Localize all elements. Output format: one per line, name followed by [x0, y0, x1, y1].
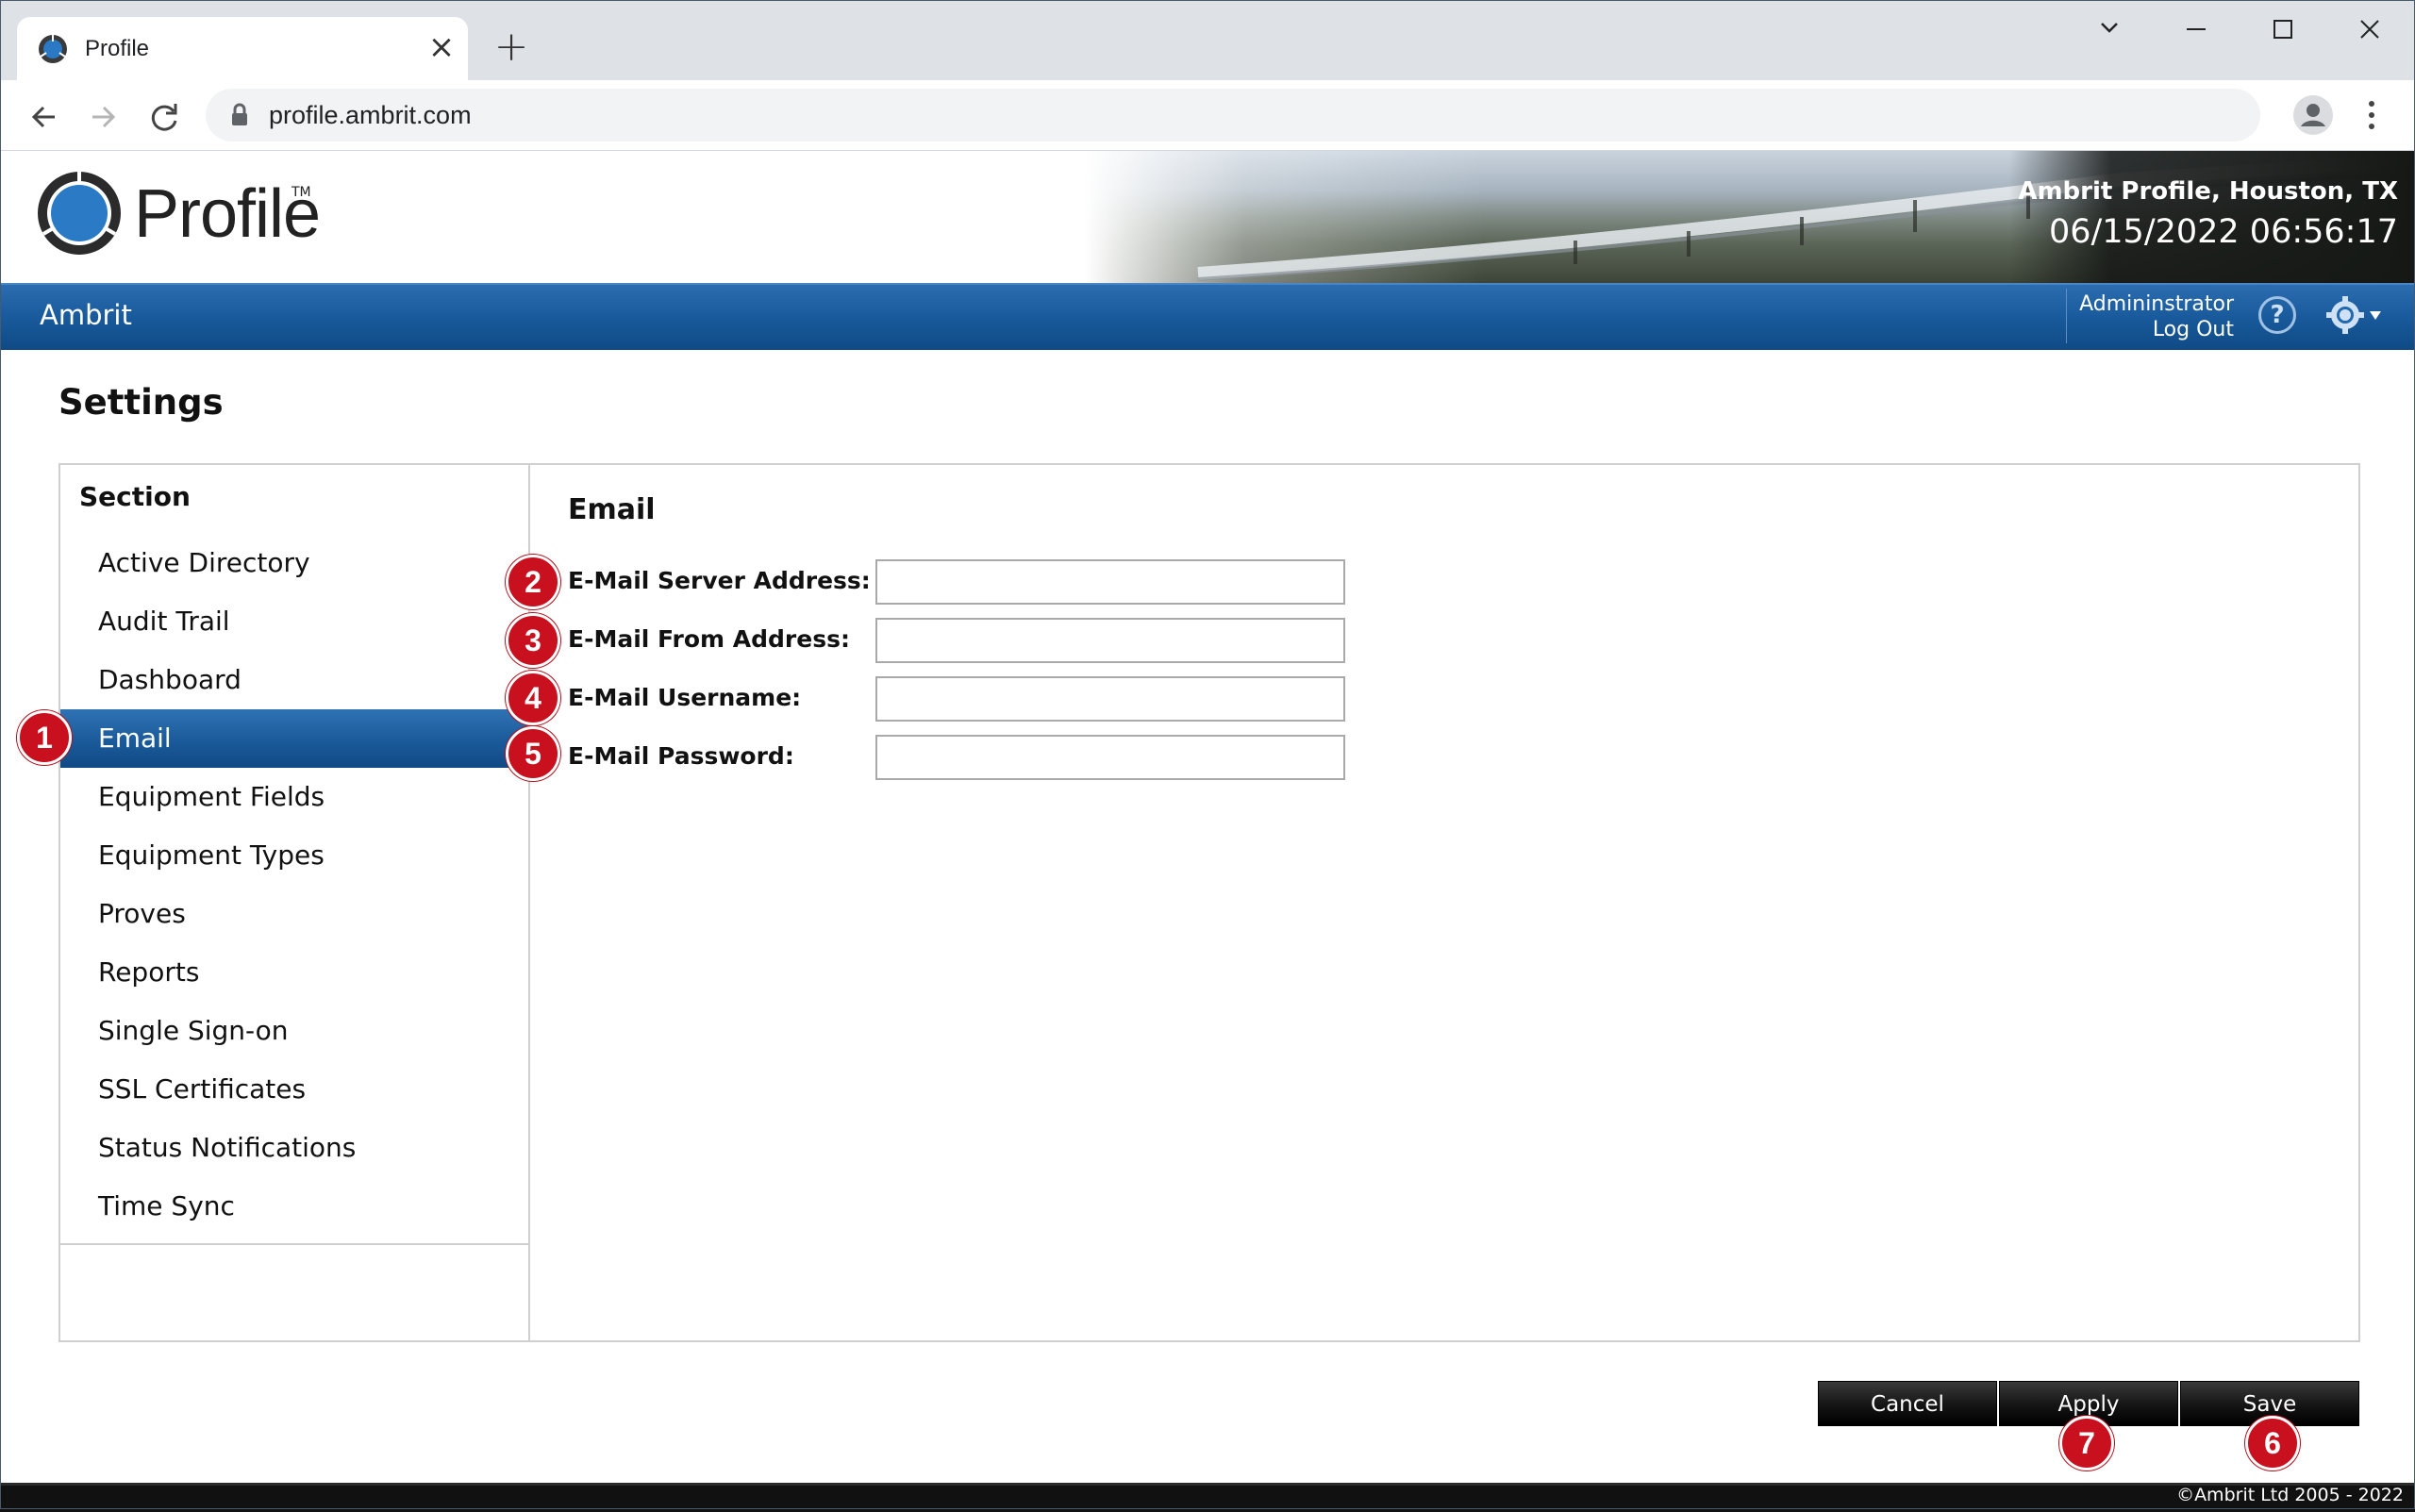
sidebar-item-ssl-certificates[interactable]: SSL Certificates	[60, 1060, 528, 1119]
app-footer	[0, 1483, 2415, 1512]
email-username-input[interactable]	[875, 676, 1345, 722]
email-password-label: E-Mail Password:	[568, 742, 794, 770]
callout-marker-1: 1	[17, 710, 72, 765]
profile-avatar-icon[interactable]	[2290, 92, 2336, 138]
settings-gear-icon[interactable]	[2324, 294, 2385, 336]
callout-marker-2: 2	[506, 555, 560, 609]
maximize-icon[interactable]	[2255, 11, 2311, 47]
email-username-label: E-Mail Username:	[568, 684, 802, 711]
email-server-address-label: E-Mail Server Address:	[568, 567, 871, 594]
sidebar-divider	[60, 1243, 528, 1245]
callout-marker-3: 3	[506, 613, 560, 668]
email-password-input[interactable]	[875, 735, 1345, 780]
sidebar-item-dashboard[interactable]: Dashboard	[60, 651, 528, 709]
callout-marker-7: 7	[2059, 1416, 2114, 1470]
close-window-icon[interactable]	[2341, 11, 2398, 47]
organization-link[interactable]: Ambrit	[40, 283, 132, 348]
navbar-divider	[2066, 289, 2067, 343]
reload-icon[interactable]	[142, 94, 187, 140]
tab-favicon-icon	[38, 34, 68, 64]
logout-link[interactable]: Log Out	[2153, 318, 2234, 341]
sidebar-item-time-sync[interactable]: Time Sync	[60, 1177, 528, 1236]
browser-menu-icon[interactable]	[2355, 96, 2389, 134]
sidebar-item-single-sign-on[interactable]: Single Sign-on	[60, 1002, 528, 1060]
sidebar-item-audit-trail[interactable]: Audit Trail	[60, 592, 528, 651]
cancel-button[interactable]: Cancel	[1818, 1381, 1997, 1426]
sidebar-item-active-directory[interactable]: Active Directory	[60, 534, 528, 592]
logo-trademark: TM	[291, 185, 311, 200]
back-arrow-icon[interactable]	[21, 94, 66, 140]
sidebar-item-status-notifications[interactable]: Status Notifications	[60, 1119, 528, 1177]
callout-marker-5: 5	[506, 726, 560, 781]
sidebar-item-reports[interactable]: Reports	[60, 943, 528, 1002]
sidebar-item-equipment-types[interactable]: Equipment Types	[60, 826, 528, 885]
tab-close-icon[interactable]: ×	[425, 30, 458, 64]
help-icon[interactable]: ?	[2258, 296, 2296, 334]
copyright-text: ©Ambrit Ltd 2005 - 2022	[2176, 1485, 2404, 1505]
profile-logo-icon	[36, 170, 123, 257]
sidebar-item-proves[interactable]: Proves	[60, 885, 528, 943]
site-name: Ambrit Profile, Houston, TX	[2018, 177, 2398, 206]
sidebar-item-equipment-fields[interactable]: Equipment Fields	[60, 768, 528, 826]
sidebar-item-email[interactable]: Email	[60, 709, 528, 768]
callout-marker-6: 6	[2245, 1416, 2300, 1470]
callout-marker-4: 4	[506, 671, 560, 725]
page-title: Settings	[58, 382, 224, 423]
app-navbar	[0, 283, 2415, 350]
sidebar-header: Section	[79, 481, 191, 512]
email-from-address-input[interactable]	[875, 618, 1345, 663]
tab-search-icon[interactable]	[2081, 11, 2138, 47]
address-bar[interactable]	[206, 89, 2260, 141]
section-title: Email	[568, 493, 656, 526]
tab-title: Profile	[85, 36, 150, 61]
new-tab-icon[interactable]: +	[491, 26, 532, 68]
email-from-address-label: E-Mail From Address:	[568, 625, 850, 653]
email-server-address-input[interactable]	[875, 559, 1345, 605]
user-name[interactable]: Admininstrator	[2079, 292, 2234, 316]
lock-icon[interactable]	[228, 102, 251, 128]
address-bar-url[interactable]: profile.ambrit.com	[269, 89, 472, 141]
site-datetime: 06/15/2022 06:56:17	[2048, 213, 2398, 251]
minimize-icon[interactable]	[2168, 11, 2224, 47]
forward-arrow-icon[interactable]	[81, 94, 126, 140]
